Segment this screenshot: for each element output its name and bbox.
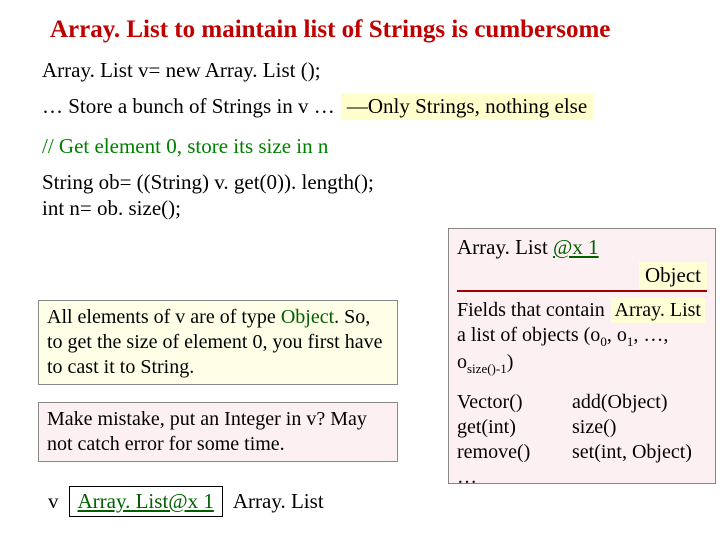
method-remove: remove() (457, 440, 572, 465)
method-add: add(Object) (572, 390, 668, 415)
fields-subn: size()-1 (467, 361, 507, 376)
method-ellipsis: … (457, 465, 477, 490)
code-line-3: String ob= ((String) v. get(0)). length(… (42, 169, 374, 195)
object-address: @x 1 (553, 235, 599, 259)
object-class-name: Array. List (457, 235, 553, 259)
object-header: Array. List @x 1 (457, 235, 707, 260)
variable-diagram: v Array. List@x 1 Array. List (48, 486, 324, 517)
method-vector: Vector() (457, 390, 572, 415)
code-block-row: String ob= ((String) v. get(0)). length(… (0, 159, 720, 222)
code-block: String ob= ((String) v. get(0)). length(… (42, 169, 374, 222)
arraylist-tag: Array. List (611, 298, 705, 323)
methods-list: Vector()add(Object) get(int)size() remov… (457, 390, 707, 490)
variable-name: v (48, 489, 59, 514)
store-note: —Only Strings, nothing else (341, 93, 593, 120)
object-tag: Object (639, 262, 707, 289)
variable-value-box: Array. List@x 1 (69, 486, 223, 517)
slide-title: Array. List to maintain list of Strings … (0, 0, 720, 54)
fields-post: ) (507, 351, 514, 373)
store-text: … Store a bunch of Strings in v … (42, 94, 335, 119)
code-comment: // Get element 0, store its size in n (0, 120, 720, 159)
object-diagram: Array. List @x 1 Object Array. List Fiel… (448, 228, 716, 484)
explanation-box-1: All elements of v are of type Object. So… (38, 300, 398, 385)
explanation-box-2: Make mistake, put an Integer in v? May n… (38, 402, 398, 462)
variable-type: Array. List (233, 489, 324, 514)
fields-mid1: , o (607, 324, 627, 346)
method-get: get(int) (457, 415, 572, 440)
code-line-declaration: Array. List v= new Array. List (); (0, 54, 720, 83)
code-line-4: int n= ob. size(); (42, 195, 374, 221)
fields-text-pre: Fields that contain a list of objects (o (457, 299, 605, 346)
fields-description: Array. List Fields that contain a list o… (457, 298, 707, 378)
explain1-a: All elements of v are of type (47, 306, 281, 328)
code-line-store: … Store a bunch of Strings in v … —Only … (0, 83, 720, 120)
explain1-object-word: Object (281, 306, 334, 328)
method-set: set(int, Object) (572, 440, 692, 465)
divider (457, 290, 707, 292)
method-size: size() (572, 415, 616, 440)
